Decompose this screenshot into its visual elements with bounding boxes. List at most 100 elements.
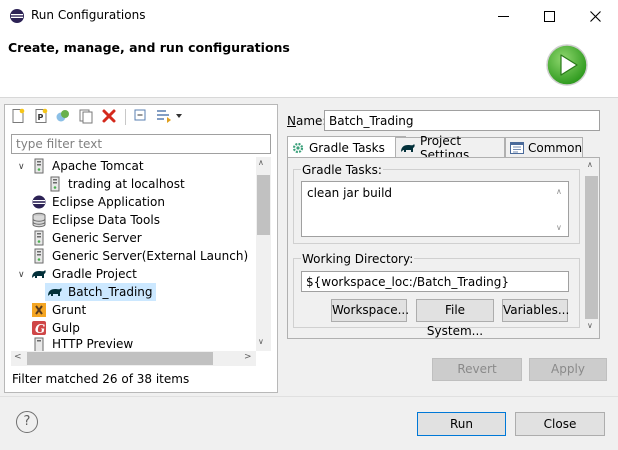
filter-input[interactable]: [11, 134, 271, 154]
working-directory-input[interactable]: [301, 271, 569, 292]
tree-item-gradle-project[interactable]: Gradle Project: [31, 265, 137, 283]
tree-item-label: Generic Server: [52, 231, 142, 245]
duplicate-button[interactable]: [78, 108, 96, 126]
tree-item-gulp[interactable]: G Gulp: [31, 319, 80, 337]
tree-item-apache-tomcat[interactable]: Apache Tomcat: [31, 157, 144, 175]
file-system-button[interactable]: File System...: [416, 299, 494, 338]
gradle-icon: [400, 141, 416, 155]
common-tab-icon: [510, 141, 524, 154]
textarea-scroll-down-arrow[interactable]: ∨: [556, 223, 562, 232]
tree-item-label: Eclipse Data Tools: [52, 213, 160, 227]
collapse-all-button[interactable]: [133, 108, 151, 126]
scroll-down-arrow[interactable]: ∨: [258, 337, 264, 346]
server-icon: [31, 230, 47, 246]
close-window-button[interactable]: [572, 0, 618, 32]
tree-item-label: Gradle Project: [52, 267, 137, 281]
tab-common[interactable]: Common: [505, 137, 583, 157]
tree-item-batch-trading[interactable]: Batch_Trading: [45, 283, 156, 301]
run-button[interactable]: Run: [417, 412, 506, 436]
gradle-tasks-icon: [292, 142, 304, 154]
scroll-up-arrow[interactable]: ∧: [258, 158, 264, 167]
delete-button[interactable]: [101, 108, 119, 126]
gradle-tasks-textarea[interactable]: clean jar build: [301, 181, 569, 237]
minimize-icon: [497, 15, 509, 17]
name-label: Name:: [287, 114, 327, 128]
filter-menu-button[interactable]: [155, 108, 183, 126]
expand-toggle-gradle-project[interactable]: ∨: [18, 270, 28, 280]
tree-item-generic-server[interactable]: Generic Server: [31, 229, 142, 247]
tree-item-label: Apache Tomcat: [52, 159, 144, 173]
tree-vertical-scroll-thumb[interactable]: [257, 175, 270, 235]
tree-item-label: Eclipse Application: [52, 195, 165, 209]
tab-content-scroll-thumb[interactable]: [585, 176, 598, 319]
new-prototype-button[interactable]: P: [33, 108, 51, 126]
tree-horizontal-scroll-thumb[interactable]: [27, 352, 213, 365]
svg-text:P: P: [38, 113, 44, 122]
tree-item-grunt[interactable]: Grunt: [31, 301, 86, 319]
new-configuration-button[interactable]: [10, 108, 28, 126]
collapse-all-icon: [134, 109, 146, 121]
expand-toggle-apache-tomcat[interactable]: ∨: [18, 162, 28, 172]
svg-text:G: G: [35, 322, 45, 336]
server-config-icon: [47, 176, 63, 192]
duplicate-icon: [79, 109, 93, 124]
database-icon: [31, 212, 47, 228]
filter-status: Filter matched 26 of 38 items: [12, 372, 190, 386]
help-icon: ?: [23, 414, 31, 429]
tree-item-eclipse-data-tools[interactable]: Eclipse Data Tools: [31, 211, 160, 229]
left-toolbar: P: [5, 105, 277, 129]
apply-button[interactable]: Apply: [529, 358, 607, 381]
minimize-button[interactable]: [480, 0, 526, 32]
tab-scroll-down-arrow[interactable]: ∨: [587, 321, 593, 330]
run-banner-icon: [546, 44, 588, 86]
delete-icon: [102, 109, 116, 123]
gulp-icon: G: [31, 320, 47, 336]
new-prototype-icon: P: [35, 108, 48, 123]
scroll-right-arrow[interactable]: >: [244, 352, 252, 362]
tab-label: Gradle Tasks: [309, 140, 385, 155]
new-document-icon: [12, 108, 25, 123]
server-icon: [31, 248, 47, 264]
eclipse-icon: [31, 194, 47, 210]
gradle-icon: [47, 284, 63, 300]
filter-menu-icon: [157, 110, 182, 123]
close-icon: [589, 10, 601, 22]
gradle-icon: [31, 266, 47, 282]
tab-scroll-up-arrow[interactable]: ∧: [587, 160, 593, 169]
tree-item-label: Gulp: [52, 321, 80, 335]
variables-button[interactable]: Variables...: [502, 299, 569, 322]
eclipse-app-icon: [9, 8, 25, 24]
revert-button[interactable]: Revert: [432, 358, 522, 381]
tree-item-label: Batch_Trading: [68, 285, 153, 299]
close-button[interactable]: Close: [515, 412, 605, 436]
tree-item-eclipse-application[interactable]: Eclipse Application: [31, 193, 165, 211]
tree-item-trading-at-localhost[interactable]: trading at localhost: [47, 175, 185, 193]
gradle-tasks-label: Gradle Tasks:: [301, 163, 383, 177]
export-button[interactable]: [55, 108, 73, 126]
maximize-button[interactable]: [526, 0, 572, 32]
maximize-icon: [543, 10, 555, 22]
textarea-scroll-up-arrow[interactable]: ∧: [556, 187, 562, 196]
server-icon: [31, 337, 47, 351]
footer-divider: [0, 396, 618, 397]
name-input[interactable]: [324, 110, 600, 131]
scroll-left-arrow[interactable]: <: [14, 352, 22, 362]
window-title: Run Configurations: [31, 8, 146, 22]
grunt-icon: [31, 302, 47, 318]
workspace-button[interactable]: Workspace...: [331, 299, 409, 322]
tree-item-http-preview[interactable]: HTTP Preview: [31, 337, 133, 351]
tree-item-label: Generic Server(External Launch): [52, 249, 249, 263]
tab-gradle-tasks[interactable]: Gradle Tasks: [287, 136, 406, 158]
toolbar-separator: [125, 109, 126, 125]
help-button[interactable]: ?: [16, 411, 38, 433]
tree-item-generic-server-external[interactable]: Generic Server(External Launch): [31, 247, 248, 265]
tomcat-server-icon: [31, 158, 47, 174]
tree-item-label: trading at localhost: [68, 177, 185, 191]
working-directory-label: Working Directory:: [301, 252, 415, 266]
tab-label: Common: [528, 140, 583, 155]
tab-project-settings[interactable]: Project Settings: [395, 134, 505, 162]
tree-item-label: HTTP Preview: [52, 337, 134, 351]
tree-item-label: Grunt: [52, 303, 87, 317]
header-title: Create, manage, and run configurations: [8, 40, 290, 55]
export-icon: [56, 110, 69, 122]
